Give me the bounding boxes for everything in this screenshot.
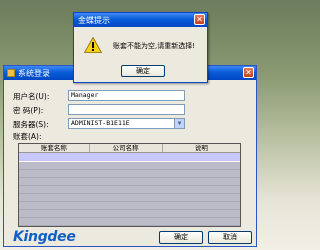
chevron-down-icon[interactable]: ▼	[174, 119, 184, 128]
dialog-titlebar[interactable]: 金蝶提示 ✕	[74, 13, 207, 27]
dialog-ok-button[interactable]: 确定	[121, 65, 165, 77]
dialog-title: 金蝶提示	[78, 16, 110, 25]
account-label: 账套(A):	[13, 132, 42, 141]
account-table[interactable]: 账套名称 公司名称 说明	[18, 143, 241, 227]
table-grid	[19, 162, 240, 226]
username-label: 用户名(U):	[13, 92, 50, 101]
column-header-description[interactable]: 说明	[163, 144, 240, 152]
column-header-account-name[interactable]: 账套名称	[19, 144, 90, 152]
column-header-company-name[interactable]: 公司名称	[90, 144, 163, 152]
warning-dialog: 金蝶提示 ✕ 账套不能为空,请重新选择! 确定	[73, 12, 208, 83]
dialog-message: 账套不能为空,请重新选择!	[113, 42, 196, 50]
table-row[interactable]	[19, 153, 240, 162]
password-input[interactable]	[68, 104, 185, 115]
password-label: 密 码(P):	[13, 106, 44, 115]
app-icon	[7, 69, 15, 77]
account-table-header: 账套名称 公司名称 说明	[19, 144, 240, 153]
kingdee-logo: Kingdee	[13, 229, 76, 245]
dialog-close-button[interactable]: ✕	[194, 14, 205, 25]
login-close-button[interactable]: ✕	[243, 67, 254, 78]
server-value: ADMINIST-B1E11E	[71, 119, 130, 127]
server-label: 服务器(S):	[13, 120, 49, 129]
login-cancel-button[interactable]: 取消	[208, 231, 252, 244]
brand-text: Kingdee	[13, 229, 76, 245]
login-title: 系统登录	[18, 69, 50, 78]
username-input[interactable]: Manager	[68, 90, 185, 101]
server-select[interactable]: ADMINIST-B1E11E ▼	[68, 118, 185, 129]
warning-icon	[84, 37, 102, 53]
login-ok-button[interactable]: 确定	[159, 231, 203, 244]
login-window: 系统登录 ✕ 用户名(U): Manager 密 码(P): 服务器(S): A…	[3, 65, 257, 247]
